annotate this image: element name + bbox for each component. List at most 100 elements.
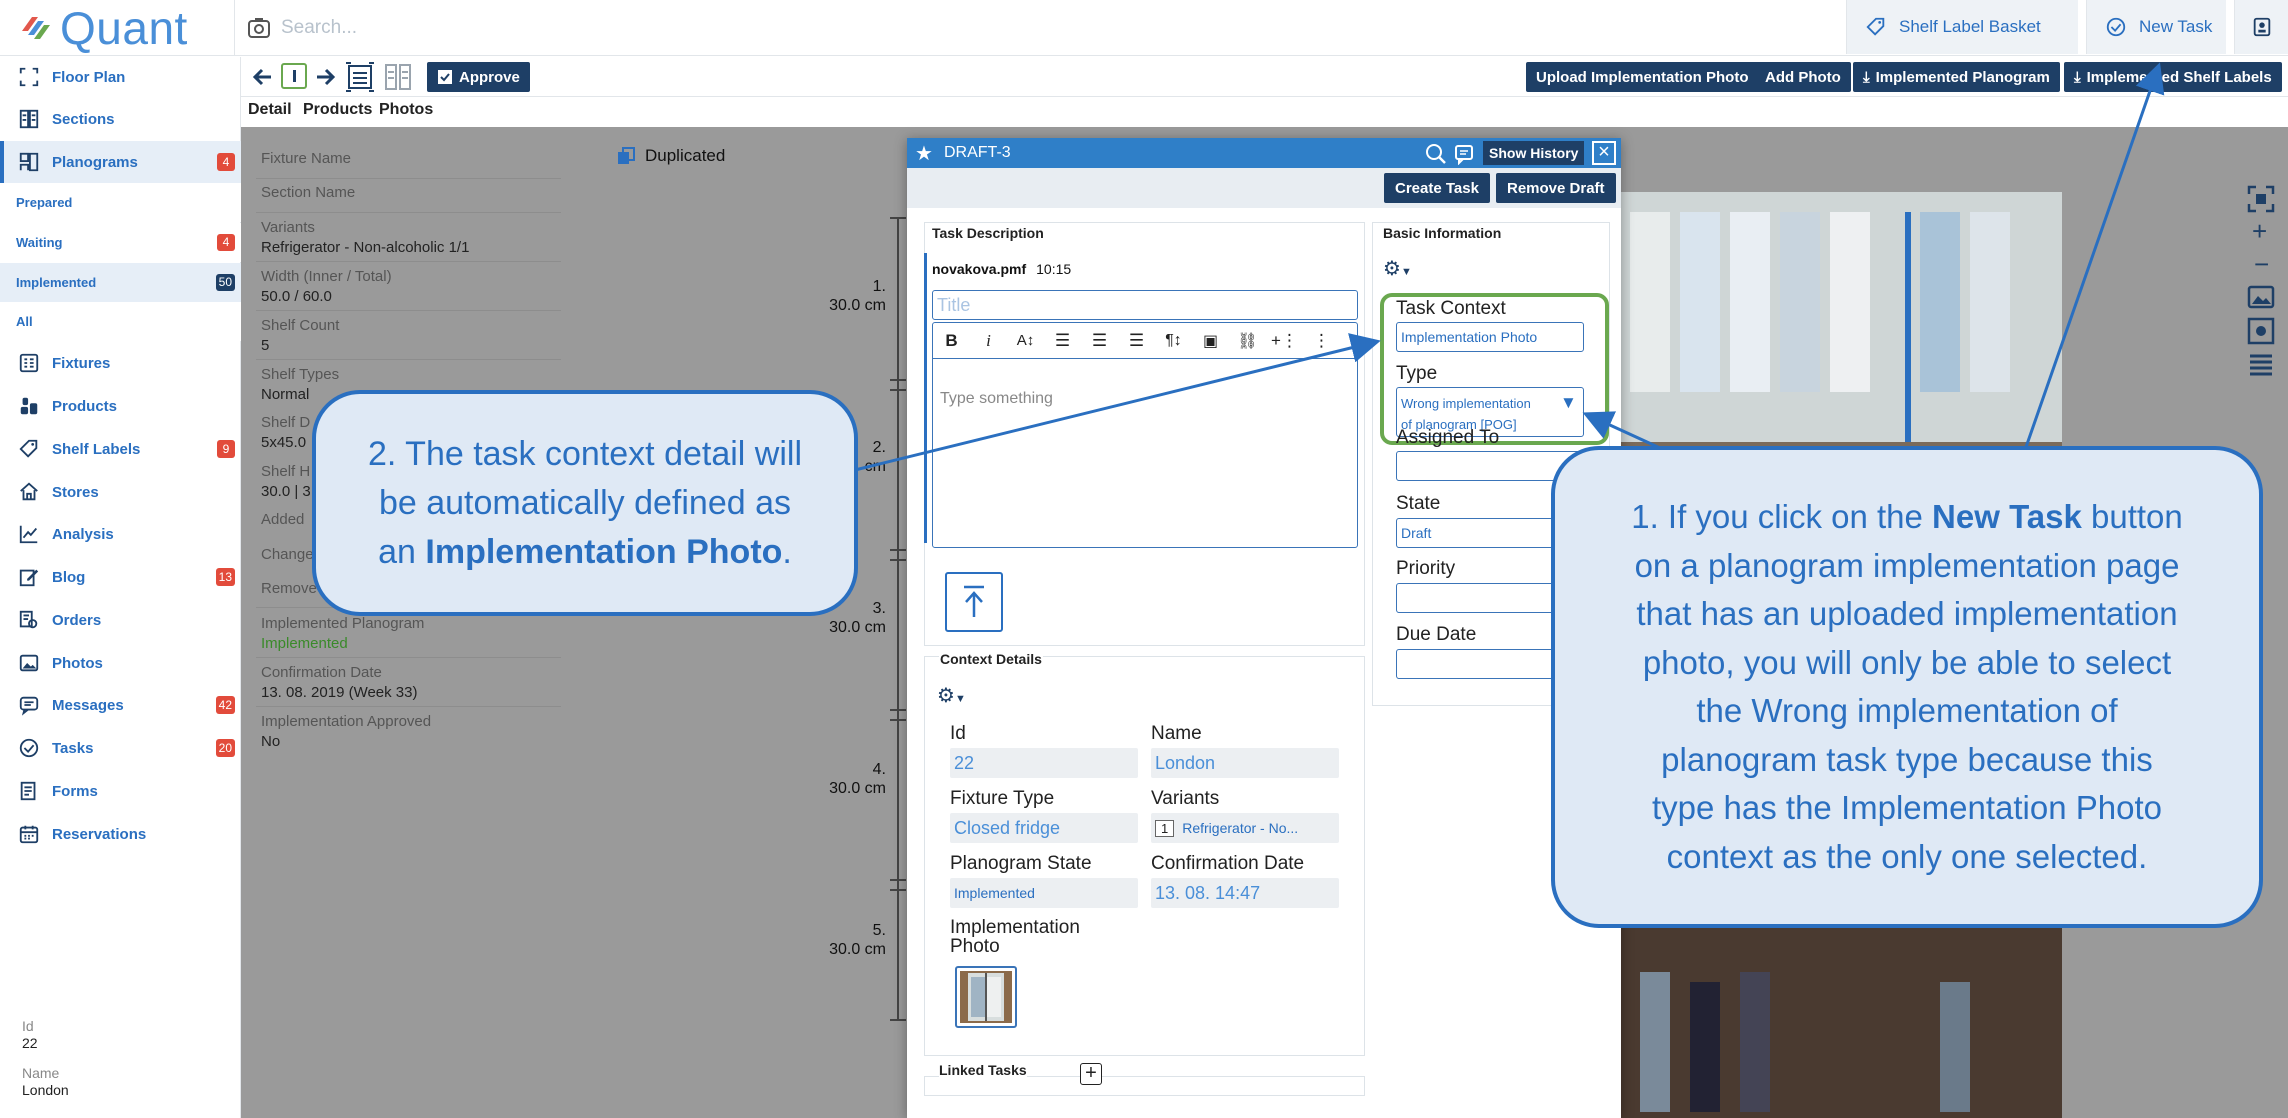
tab-products[interactable]: Products — [303, 101, 372, 119]
layers-icon[interactable] — [2246, 348, 2276, 378]
divider — [256, 212, 561, 213]
align-right-icon[interactable]: ☰ — [1118, 331, 1155, 351]
shelf-label-basket-label: Shelf Label Basket — [1899, 17, 2041, 36]
insert-icon[interactable]: +⋮ — [1266, 331, 1303, 351]
new-task-button[interactable]: New Task — [2086, 0, 2226, 54]
sidebar-store-info: Id 22 Name London — [22, 1018, 69, 1099]
sidebar-item-label: Fixtures — [52, 354, 111, 372]
approve-button[interactable]: Approve — [427, 62, 530, 92]
sidebar-item-tasks[interactable]: Tasks 20 — [0, 727, 241, 769]
sidebar-item-sections[interactable]: Sections — [0, 98, 241, 140]
zoom-out-icon[interactable]: − — [2254, 251, 2269, 277]
comment-icon[interactable] — [1453, 143, 1475, 165]
align-center-icon[interactable]: ☰ — [1081, 331, 1118, 351]
settings-gear-icon[interactable]: ⚙▼ — [937, 683, 966, 708]
variants-value[interactable]: 1 Refrigerator - No... — [1151, 813, 1339, 843]
implemented-planogram-button[interactable]: ⤓ Implemented Planogram — [1853, 62, 2060, 92]
confirmation-date-value[interactable]: 13. 08. 14:47 — [1151, 878, 1339, 908]
close-icon[interactable]: × — [1592, 141, 1616, 165]
tab-photos[interactable]: Photos — [379, 101, 433, 119]
app-logo[interactable]: Quant — [18, 4, 188, 52]
font-size-icon[interactable]: A↕ — [1007, 332, 1044, 349]
shelf-label-basket-button[interactable]: Shelf Label Basket — [1846, 0, 2078, 54]
search-icon[interactable] — [1425, 143, 1447, 165]
more-icon[interactable]: ⋮ — [1303, 331, 1340, 351]
task-context-field[interactable]: Implementation Photo — [1396, 322, 1584, 352]
sidebar-item-floor-plan[interactable]: Floor Plan — [0, 56, 241, 98]
create-task-button[interactable]: Create Task — [1384, 173, 1490, 203]
download-icon: ⤓ — [2074, 68, 2081, 86]
sidebar-item-stores[interactable]: Stores — [0, 471, 241, 513]
assigned-to-label: Assigned To — [1396, 427, 1500, 448]
sidebar-item-messages[interactable]: Messages 42 — [0, 684, 241, 726]
submenu-item-implemented[interactable]: Implemented 50 — [0, 263, 241, 302]
camera-icon[interactable] — [247, 16, 271, 40]
zoom-in-icon[interactable]: + — [2252, 218, 2267, 244]
show-history-button[interactable]: Show History — [1483, 141, 1585, 165]
image-toggle-icon[interactable] — [2246, 282, 2276, 312]
implemented-toggle[interactable] — [281, 63, 307, 89]
search-input[interactable]: Search... — [281, 17, 357, 39]
tab-detail[interactable]: Detail — [248, 101, 292, 119]
annotation-callout-1: 1. If you click on the New Task button o… — [1551, 446, 2263, 928]
image-icon[interactable]: ▣ — [1192, 331, 1229, 351]
shelf-number: 4. — [872, 761, 886, 778]
arrow-left-icon[interactable] — [251, 65, 275, 89]
sidebar-item-products[interactable]: Products — [0, 385, 241, 427]
chevron-down-icon[interactable]: ▼ — [1560, 392, 1577, 413]
upload-implementation-photo-button[interactable]: Upload Implementation Photo — [1526, 62, 1759, 92]
sidebar-item-reservations[interactable]: Reservations — [0, 813, 241, 855]
planogram-state-value[interactable]: Implemented — [950, 878, 1138, 908]
context-name-value[interactable]: London — [1151, 748, 1339, 778]
bold-icon[interactable]: B — [933, 331, 970, 351]
sidebar-item-label: Planograms — [52, 153, 138, 171]
fixture-view-icon[interactable] — [345, 62, 375, 92]
settings-gear-icon[interactable]: ⚙▼ — [1383, 256, 1412, 281]
sidebar-item-photos[interactable]: Photos — [0, 642, 241, 684]
visibility-icon[interactable] — [2246, 316, 2276, 346]
shelf-height: 30.0 cm — [829, 619, 886, 636]
implemented-planogram-label: Implemented Planogram — [1875, 68, 2050, 86]
italic-icon[interactable]: i — [970, 331, 1007, 351]
sidebar-item-fixtures[interactable]: Fixtures — [0, 342, 241, 384]
submenu-item-waiting[interactable]: Waiting 4 — [0, 223, 241, 262]
sidebar-item-shelf-labels[interactable]: Shelf Labels 9 — [0, 428, 241, 470]
align-left-icon[interactable]: ☰ — [1044, 331, 1081, 351]
arrow-right-icon[interactable] — [313, 65, 337, 89]
count-badge: 50 — [215, 274, 235, 291]
duplicated-indicator: Duplicated — [617, 146, 725, 166]
sidebar-item-analysis[interactable]: Analysis — [0, 513, 241, 555]
sidebar-item-blog[interactable]: Blog 13 — [0, 556, 241, 598]
floor-plan-icon — [19, 67, 39, 87]
user-profile-button[interactable] — [2234, 0, 2288, 54]
implementation-photo-thumbnail[interactable] — [955, 966, 1017, 1028]
context-id-value[interactable]: 22 — [950, 748, 1138, 778]
callout-line: the Wrong implementation of — [1696, 692, 2118, 729]
callout-bold: New Task — [1932, 498, 2082, 535]
add-linked-task-button[interactable]: + — [1080, 1063, 1102, 1085]
sidebar-item-planograms[interactable]: Planograms 4 — [0, 141, 241, 183]
shelves-compare-icon[interactable] — [383, 62, 413, 92]
title-input[interactable]: Title — [932, 290, 1358, 320]
sidebar-item-forms[interactable]: Forms — [0, 770, 241, 812]
submenu-item-prepared[interactable]: Prepared — [0, 183, 241, 222]
sidebar-item-orders[interactable]: Orders — [0, 599, 241, 641]
star-icon[interactable]: ★ — [915, 141, 933, 166]
upload-attachment-button[interactable] — [945, 572, 1003, 632]
fixture-type-value[interactable]: Closed fridge — [950, 813, 1138, 843]
duplicate-icon — [618, 147, 635, 164]
state-label: State — [1396, 493, 1441, 514]
description-placeholder: Type something — [940, 390, 1053, 407]
shelf-1-label: 1. 30.0 cm — [826, 277, 886, 315]
link-icon[interactable]: ⛓ — [1229, 331, 1266, 351]
sidebar-item-label: Reservations — [52, 825, 147, 843]
search-bar[interactable]: Search... — [234, 0, 1834, 56]
due-date-label: Due Date — [1396, 624, 1477, 645]
remove-draft-button[interactable]: Remove Draft — [1496, 173, 1616, 203]
implemented-shelf-labels-button[interactable]: ⤓ Implemented Shelf Labels — [2064, 62, 2282, 92]
paragraph-icon[interactable]: ¶↕ — [1155, 332, 1192, 350]
submenu-item-all[interactable]: All — [0, 302, 241, 341]
fit-screen-icon[interactable] — [2246, 184, 2276, 214]
author-name: novakova.pmf — [932, 261, 1027, 277]
add-photo-button[interactable]: Add Photo — [1755, 62, 1851, 92]
